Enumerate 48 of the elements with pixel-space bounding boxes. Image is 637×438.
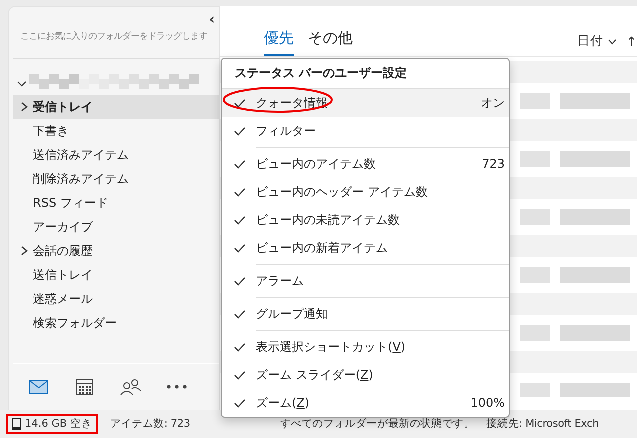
tab[interactable]: その他 <box>308 29 353 56</box>
check-icon <box>234 216 246 224</box>
chevron-icon[interactable] <box>21 246 28 256</box>
mail-icon[interactable] <box>29 380 49 394</box>
check-icon <box>234 126 246 136</box>
folder-item[interactable]: 会話の履歴 <box>13 239 219 263</box>
check-icon <box>234 310 246 318</box>
folder-item[interactable]: アーカイブ <box>13 215 219 239</box>
folder-item[interactable]: RSS フィード <box>13 191 219 215</box>
menu-item[interactable]: ズーム(Z) 100% <box>222 389 509 417</box>
check-icon <box>234 276 246 286</box>
connection-status: 接続先: Microsoft Exch <box>486 417 600 431</box>
more-icon[interactable] <box>167 385 187 389</box>
menu-item[interactable]: ビュー内の未読アイテム数 <box>222 206 509 234</box>
storage-icon <box>12 418 21 430</box>
menu-item[interactable]: フィルター <box>222 117 509 145</box>
sort-direction-button[interactable]: ↑ <box>626 34 637 49</box>
chevron-icon[interactable] <box>17 80 27 88</box>
check-icon <box>234 398 246 408</box>
tab[interactable]: 優先 <box>264 29 294 56</box>
folder-item[interactable]: 検索フォルダー <box>13 311 219 335</box>
sync-status: すべてのフォルダーが最新の状態です。 <box>280 417 475 431</box>
chevron-icon[interactable] <box>21 102 28 112</box>
folder-item[interactable]: 送信済みアイテム <box>13 143 219 167</box>
check-icon <box>234 188 246 196</box>
collapse-button[interactable]: ‹ <box>209 13 215 27</box>
chevron-icon <box>608 38 617 44</box>
folder-item[interactable]: 削除済みアイテム <box>13 167 219 191</box>
check-icon <box>234 342 246 352</box>
check-icon <box>234 160 246 168</box>
menu-item[interactable]: グループ通知 <box>222 300 509 328</box>
menu-item[interactable]: ズーム スライダー(Z) <box>222 361 509 389</box>
folder-item[interactable]: 下書き <box>13 119 219 143</box>
menu-item[interactable]: アラーム <box>222 267 509 295</box>
folder-item[interactable]: 受信トレイ <box>13 95 219 119</box>
menu-item[interactable]: ビュー内のアイテム数 723 <box>222 150 509 178</box>
menu-item[interactable]: ビュー内のヘッダー アイテム数 <box>222 178 509 206</box>
folder-item[interactable]: 迷惑メール <box>13 287 219 311</box>
quota-text: 14.6 GB 空き <box>25 417 92 431</box>
sort-button[interactable]: 日付 <box>578 33 617 50</box>
folder-item[interactable]: 送信トレイ <box>13 263 219 287</box>
favorites-hint: ここにお気に入りのフォルダーをドラッグします <box>20 30 208 43</box>
menu-item[interactable]: 表示選択ショートカット(V) <box>222 333 509 361</box>
item-count: アイテム数: 723 <box>110 417 190 431</box>
check-icon <box>234 244 246 252</box>
check-icon <box>234 370 246 380</box>
check-icon <box>234 98 246 108</box>
menu-item[interactable]: ビュー内の新着アイテム <box>222 234 509 262</box>
